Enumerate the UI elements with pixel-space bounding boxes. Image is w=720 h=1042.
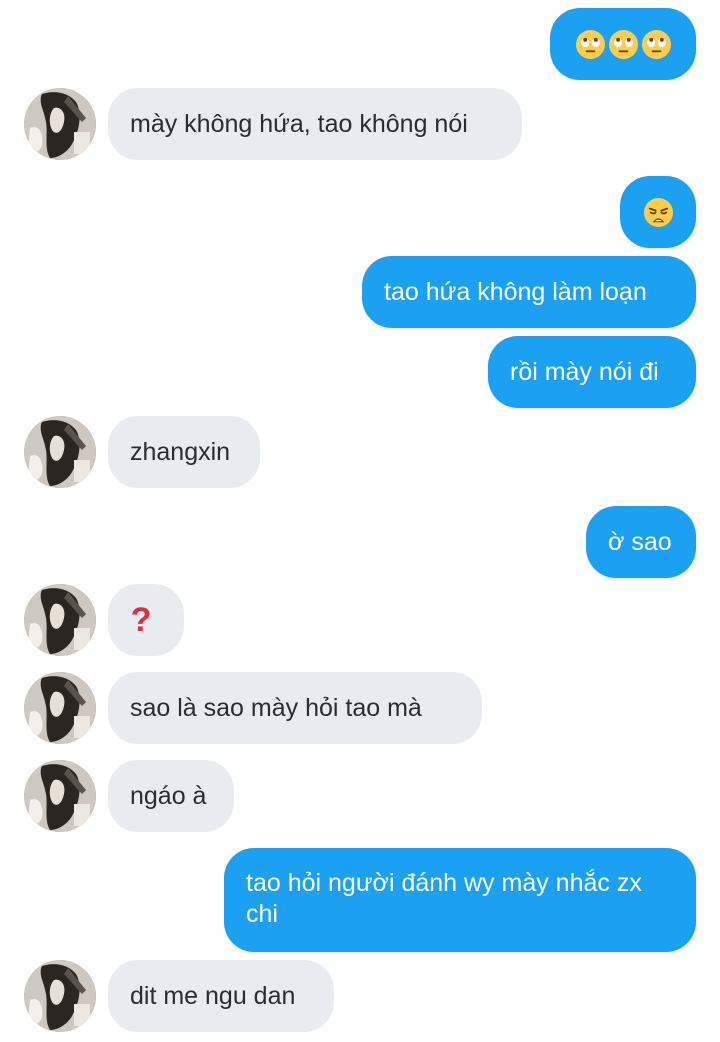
rolling-eyes-icon xyxy=(575,29,605,59)
avatar[interactable] xyxy=(24,584,96,656)
outgoing-message-bubble[interactable]: ờ sao xyxy=(586,506,696,578)
incoming-message-bubble[interactable]: mày không hứa, tao không nói xyxy=(108,88,522,160)
emoji-group xyxy=(642,196,674,228)
incoming-message-bubble[interactable]: zhangxin xyxy=(108,416,260,488)
avatar[interactable] xyxy=(24,760,96,832)
weary-face-icon xyxy=(643,197,673,227)
avatar[interactable] xyxy=(24,88,96,160)
rolling-eyes-icon xyxy=(608,29,638,59)
profile-photo xyxy=(24,760,96,832)
avatar[interactable] xyxy=(24,672,96,744)
incoming-message-bubble[interactable]: dit me ngu dan xyxy=(108,960,334,1032)
incoming-message-bubble[interactable]: ngáo à xyxy=(108,760,234,832)
rolling-eyes-icon xyxy=(641,29,671,59)
outgoing-message-bubble[interactable] xyxy=(620,176,696,248)
outgoing-message-bubble[interactable]: rồi mày nói đi xyxy=(488,336,696,408)
profile-photo xyxy=(24,672,96,744)
incoming-message-bubble[interactable]: sao là sao mày hỏi tao mà xyxy=(108,672,482,744)
avatar[interactable] xyxy=(24,960,96,1032)
question-mark-icon: ? xyxy=(130,601,152,639)
outgoing-message-bubble[interactable]: tao hứa không làm loạn xyxy=(362,256,696,328)
emoji-group xyxy=(574,28,672,60)
profile-photo xyxy=(24,960,96,1032)
outgoing-message-bubble[interactable]: tao hỏi người đánh wy mày nhắc zx chi xyxy=(224,848,696,952)
avatar[interactable] xyxy=(24,416,96,488)
chat-thread[interactable]: mày không hứa, tao không nói tao hứa khô… xyxy=(0,0,720,1042)
profile-photo xyxy=(24,88,96,160)
incoming-message-bubble[interactable]: ? xyxy=(108,584,184,656)
outgoing-message-bubble[interactable] xyxy=(550,8,696,80)
profile-photo xyxy=(24,416,96,488)
profile-photo xyxy=(24,584,96,656)
